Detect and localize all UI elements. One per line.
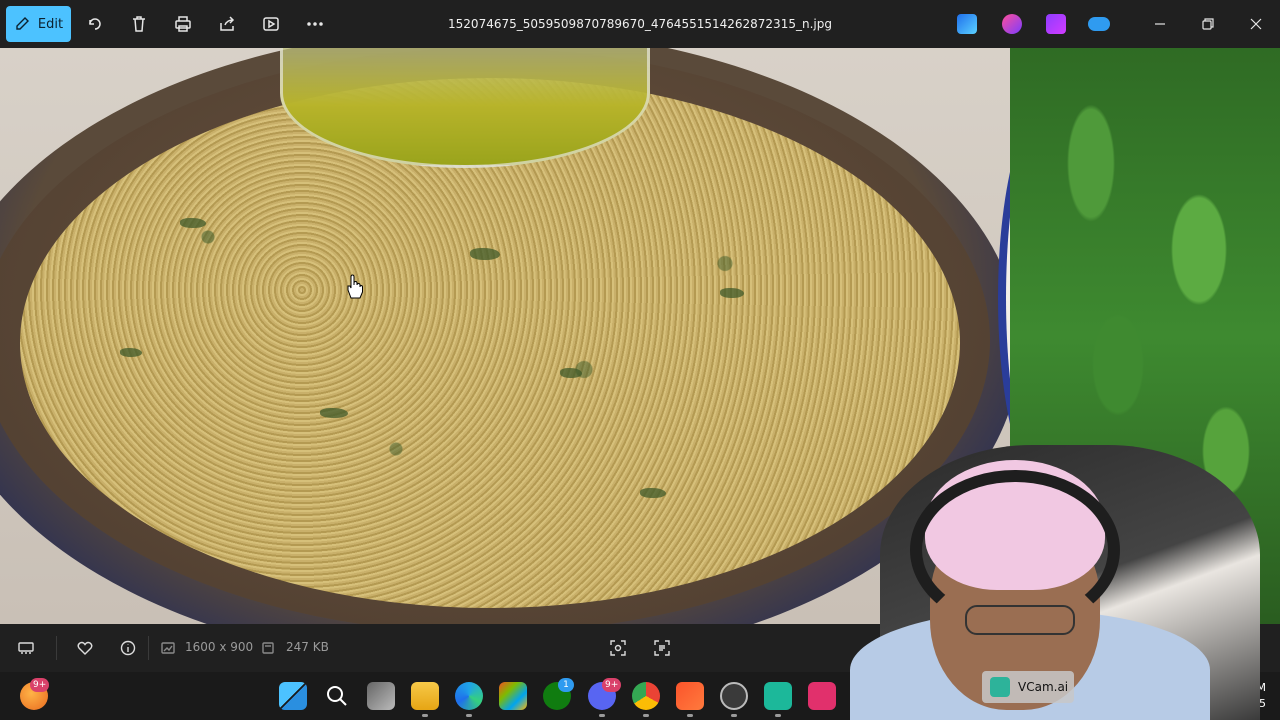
text-scan-button[interactable] [652,638,672,658]
restore-icon [1202,18,1214,30]
close-button[interactable] [1244,12,1268,36]
designer-icon[interactable] [957,14,977,34]
running-indicator [687,714,693,717]
delete-button[interactable] [127,12,151,36]
brave-browser-icon[interactable] [676,682,704,710]
file-name-title: 152074675_5059509870789670_4764551514262… [448,17,832,31]
herb-speck [120,348,142,357]
running-indicator [731,714,737,717]
edit-button[interactable]: Edit [6,6,71,42]
herb-speck [560,368,582,378]
share-icon [220,16,235,31]
chrome-icon[interactable] [632,682,660,710]
file-explorer-icon[interactable] [411,682,439,710]
running-indicator [466,714,472,717]
running-indicator [422,714,428,717]
minimize-button[interactable] [1148,12,1172,36]
share-button[interactable] [215,12,239,36]
divider [56,636,57,660]
search-icon [327,686,347,706]
print-button[interactable] [171,12,195,36]
herb-speck [470,248,500,260]
pencil-edit-icon [16,17,29,30]
visual-search-icon [610,640,626,656]
onedrive-icon[interactable] [1088,17,1110,31]
file-size-icon [258,638,278,658]
close-icon [1250,18,1262,30]
minimize-icon [1155,23,1165,25]
slideshow-icon [263,17,279,31]
restore-button[interactable] [1196,12,1220,36]
file-size: 247 KB [286,640,329,654]
info-icon [120,640,136,656]
weather-badge: 9+ [30,678,50,692]
herb-speck [640,488,666,498]
vcam-logo-icon [990,677,1010,697]
vcam-watermark: VCam.ai [982,671,1074,703]
glasses-image [965,605,1075,635]
trash-icon [133,16,145,32]
vcam-app-icon[interactable] [764,682,792,710]
discord-badge: 9+ [602,678,622,692]
printer-icon [175,16,191,32]
heart-icon [77,641,93,655]
obs-icon[interactable] [720,682,748,710]
search-button[interactable] [323,682,351,710]
xbox-badge: 1 [558,678,574,692]
running-indicator [775,714,781,717]
more-icon [307,22,323,26]
start-menu-icon[interactable] [279,682,307,710]
filmstrip-icon [18,642,34,654]
more-options-button[interactable] [303,12,327,36]
slideshow-button[interactable] [259,12,283,36]
running-indicator [643,714,649,717]
filmstrip-button[interactable] [16,638,36,658]
visual-search-button[interactable] [608,638,628,658]
clipchamp-icon[interactable] [1002,14,1022,34]
favorite-button[interactable] [75,638,95,658]
herb-speck [720,288,744,298]
rotate-button[interactable] [83,12,107,36]
image-dimensions: 1600 x 900 [185,640,254,654]
video-editor-icon[interactable] [1046,14,1066,34]
herb-speck [180,218,206,228]
edit-button-label: Edit [37,16,64,32]
herb-speck [320,408,348,418]
task-view-icon[interactable] [367,682,395,710]
microsoft-store-icon[interactable] [499,682,527,710]
hand-cursor-icon [347,274,363,299]
divider [148,636,149,660]
vcam-label: VCam.ai [1018,680,1069,694]
running-indicator [599,714,605,717]
edge-browser-icon[interactable] [455,682,483,710]
image-dimensions-icon [158,638,178,658]
text-scan-icon [654,640,670,656]
rotate-icon [89,18,101,30]
photos-toolbar: Edit 152074675_5059509870789670_47645515… [0,0,1280,48]
file-info-button[interactable] [118,638,138,658]
